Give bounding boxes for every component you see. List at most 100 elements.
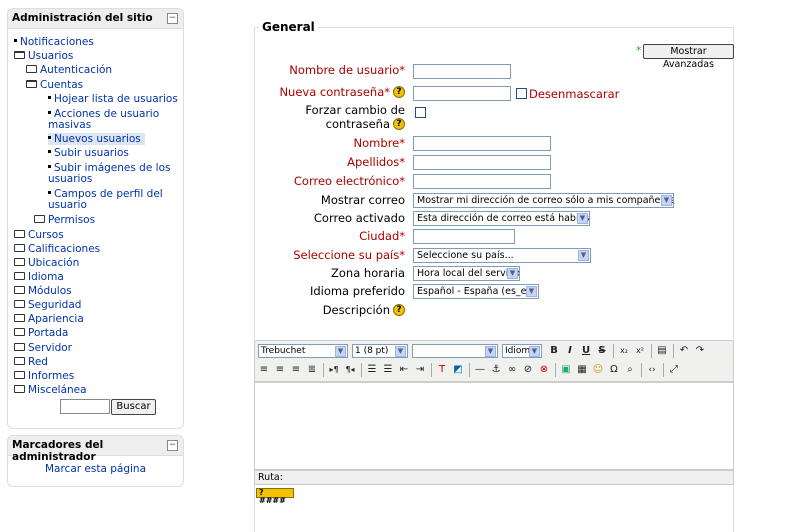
firstname-input[interactable] [413, 136, 551, 151]
show-advanced-button[interactable]: Mostrar Avanzadas [643, 44, 734, 70]
size-select[interactable]: 1 (8 pt) ▼ [352, 344, 408, 358]
underline-icon[interactable]: U [580, 345, 592, 357]
fullscreen-icon[interactable]: ⤢ [668, 364, 680, 376]
horizontal-rule-icon[interactable]: — [474, 364, 486, 376]
folder-open-icon [26, 80, 37, 88]
editor-toolbar: Trebuchet ▼ 1 (8 pt) ▼ ▼ Idioma ▼ B I U S x… [254, 340, 734, 382]
strikethrough-icon[interactable]: S [596, 345, 608, 357]
heading-select[interactable]: ▼ [412, 344, 498, 358]
anchor-icon[interactable]: ⚓ [490, 364, 502, 376]
timezone-label: Zona horaria [331, 266, 405, 280]
tree-item-nuevos-usuarios[interactable]: Nuevos usuarios [48, 133, 145, 145]
force-change-checkbox[interactable] [415, 107, 426, 118]
nolink-icon[interactable]: ⊗ [538, 364, 550, 376]
tree-item-subir-usuarios[interactable]: Subir usuarios [48, 147, 129, 159]
italic-icon[interactable]: I [564, 345, 576, 357]
tree-item-miscelanea[interactable]: Miscelánea [14, 384, 87, 396]
smiley-icon[interactable]: ☺ [592, 364, 604, 376]
ordered-list-icon[interactable]: ☰ [366, 364, 378, 376]
outdent-icon[interactable]: ⇤ [398, 364, 410, 376]
chevron-down-icon: ▼ [529, 346, 540, 357]
language-tool-select[interactable]: Idioma ▼ [502, 344, 542, 358]
tree-item-campos-perfil-cont[interactable]: usuario [48, 199, 87, 211]
search-button[interactable]: Buscar [111, 399, 156, 415]
hide-block-icon[interactable]: − [167, 440, 178, 451]
tree-item-informes[interactable]: Informes [14, 370, 74, 382]
align-right-icon[interactable]: ≡ [290, 364, 302, 376]
email-input[interactable] [413, 174, 551, 189]
description-editor[interactable] [254, 382, 734, 470]
indent-icon[interactable]: ⇥ [414, 364, 426, 376]
undo-icon[interactable]: ↶ [678, 345, 690, 357]
folder-icon [14, 244, 25, 252]
tree-item-subir-imagenes-cont[interactable]: usuarios [48, 173, 92, 185]
unmask-checkbox[interactable] [516, 88, 527, 99]
chevron-down-icon: ▼ [578, 250, 589, 261]
lastname-input[interactable] [413, 155, 551, 170]
tree-item-cuentas[interactable]: Cuentas [26, 79, 83, 91]
show-email-select[interactable]: Mostrar mi dirección de correo sólo a mi… [413, 193, 674, 208]
subscript-icon[interactable]: x₂ [618, 345, 630, 357]
align-left-icon[interactable]: ≡ [258, 364, 270, 376]
tree-item-seguridad[interactable]: Seguridad [14, 299, 81, 311]
tree-item-acciones-masivas-cont[interactable]: masivas [48, 119, 91, 131]
country-select[interactable]: Seleccione su país... ▼ [413, 248, 591, 263]
tree-item-notificaciones[interactable]: Notificaciones [14, 36, 94, 48]
username-input[interactable] [413, 64, 511, 79]
ltr-icon[interactable]: ▸¶ [328, 364, 340, 376]
country-label: Seleccione su país* [293, 248, 405, 262]
email-active-select[interactable]: Esta dirección de correo está habilitada… [413, 211, 590, 226]
editor-help-icon[interactable]: ? #### [256, 488, 294, 505]
redo-icon[interactable]: ↷ [694, 345, 706, 357]
admin-search-input[interactable] [60, 399, 110, 414]
help-icon[interactable]: ? [393, 303, 405, 316]
folder-icon [14, 357, 25, 365]
html-source-icon[interactable]: ‹› [646, 364, 658, 376]
unordered-list-icon[interactable]: ☰ [382, 364, 394, 376]
table-icon[interactable]: ▦ [576, 364, 588, 376]
special-char-icon[interactable]: Ω [608, 364, 620, 376]
site-admin-block-title: Administración del sitio [12, 12, 153, 24]
folder-icon [14, 272, 25, 280]
chevron-down-icon: ▼ [485, 346, 496, 357]
clean-word-icon[interactable]: ▤ [656, 345, 668, 357]
hide-block-icon[interactable]: − [167, 13, 178, 24]
text-color-icon[interactable]: T [436, 364, 448, 376]
bullet-icon [48, 164, 51, 168]
unlink-icon[interactable]: ⊘ [522, 364, 534, 376]
tree-item-modulos[interactable]: Módulos [14, 285, 72, 297]
bullet-icon [14, 38, 17, 42]
background-color-icon[interactable]: ◩ [452, 364, 464, 376]
tree-item-calificaciones[interactable]: Calificaciones [14, 243, 100, 255]
help-icon[interactable]: ? [393, 85, 405, 98]
bookmark-page-link[interactable]: Marcar esta página [8, 463, 183, 475]
folder-icon [14, 343, 25, 351]
tree-item-usuarios[interactable]: Usuarios [14, 50, 73, 62]
new-password-input[interactable] [413, 86, 511, 101]
language-select[interactable]: Español - España (es_es) ▼ [413, 284, 539, 299]
align-center-icon[interactable]: ≡ [274, 364, 286, 376]
help-icon[interactable]: ? [393, 117, 405, 130]
tree-item-servidor[interactable]: Servidor [14, 342, 72, 354]
tree-item-hojear-lista[interactable]: Hojear lista de usuarios [48, 93, 178, 105]
city-input[interactable] [413, 229, 515, 244]
rtl-icon[interactable]: ¶◂ [344, 364, 356, 376]
tree-item-portada[interactable]: Portada [14, 327, 68, 339]
search-replace-icon[interactable]: ⌕ [624, 364, 636, 376]
link-icon[interactable]: ∞ [506, 364, 518, 376]
force-change-label-1: Forzar cambio de [305, 103, 405, 117]
font-select[interactable]: Trebuchet ▼ [258, 344, 348, 358]
image-icon[interactable]: ▣ [560, 364, 572, 376]
bullet-icon [48, 149, 51, 153]
timezone-select[interactable]: Hora local del servidor ▼ [413, 266, 520, 281]
tree-item-red[interactable]: Red [14, 356, 48, 368]
justify-icon[interactable]: ≣ [306, 364, 318, 376]
bold-icon[interactable]: B [548, 345, 560, 357]
tree-item-apariencia[interactable]: Apariencia [14, 313, 84, 325]
tree-item-idioma[interactable]: Idioma [14, 271, 64, 283]
tree-item-cursos[interactable]: Cursos [14, 229, 64, 241]
tree-item-permisos[interactable]: Permisos [34, 214, 95, 226]
superscript-icon[interactable]: x² [634, 345, 646, 357]
tree-item-ubicacion[interactable]: Ubicación [14, 257, 79, 269]
tree-item-autenticacion[interactable]: Autenticación [26, 64, 112, 76]
